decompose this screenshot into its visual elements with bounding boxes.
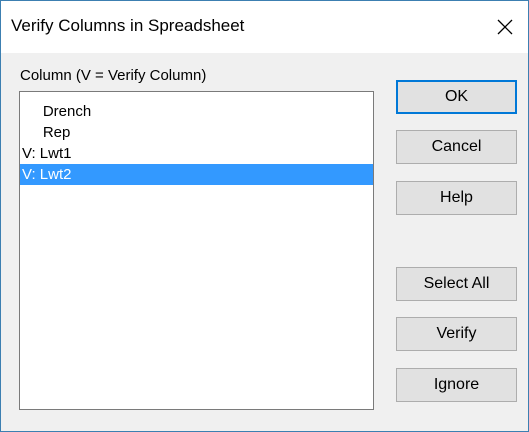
cancel-button[interactable]: Cancel: [396, 130, 517, 164]
verify-button[interactable]: Verify: [396, 317, 517, 351]
column-list-label: Column (V = Verify Column): [20, 67, 207, 84]
list-item-rep[interactable]: Rep: [20, 122, 373, 143]
ok-button[interactable]: OK: [396, 80, 517, 114]
verify-columns-dialog: Verify Columns in Spreadsheet Column (V …: [0, 0, 529, 432]
column-listbox[interactable]: Drench Rep V: Lwt1 V: Lwt2: [19, 91, 374, 410]
help-button[interactable]: Help: [396, 181, 517, 215]
list-item-lwt1[interactable]: V: Lwt1: [20, 143, 373, 164]
title-bar: Verify Columns in Spreadsheet: [1, 1, 528, 53]
dialog-title: Verify Columns in Spreadsheet: [11, 16, 245, 35]
list-item-drench[interactable]: Drench: [20, 101, 373, 122]
close-x-icon: [497, 19, 513, 35]
list-item-lwt2[interactable]: V: Lwt2: [20, 164, 373, 185]
ignore-button[interactable]: Ignore: [396, 368, 517, 402]
select-all-button[interactable]: Select All: [396, 267, 517, 301]
close-button[interactable]: [482, 1, 528, 53]
